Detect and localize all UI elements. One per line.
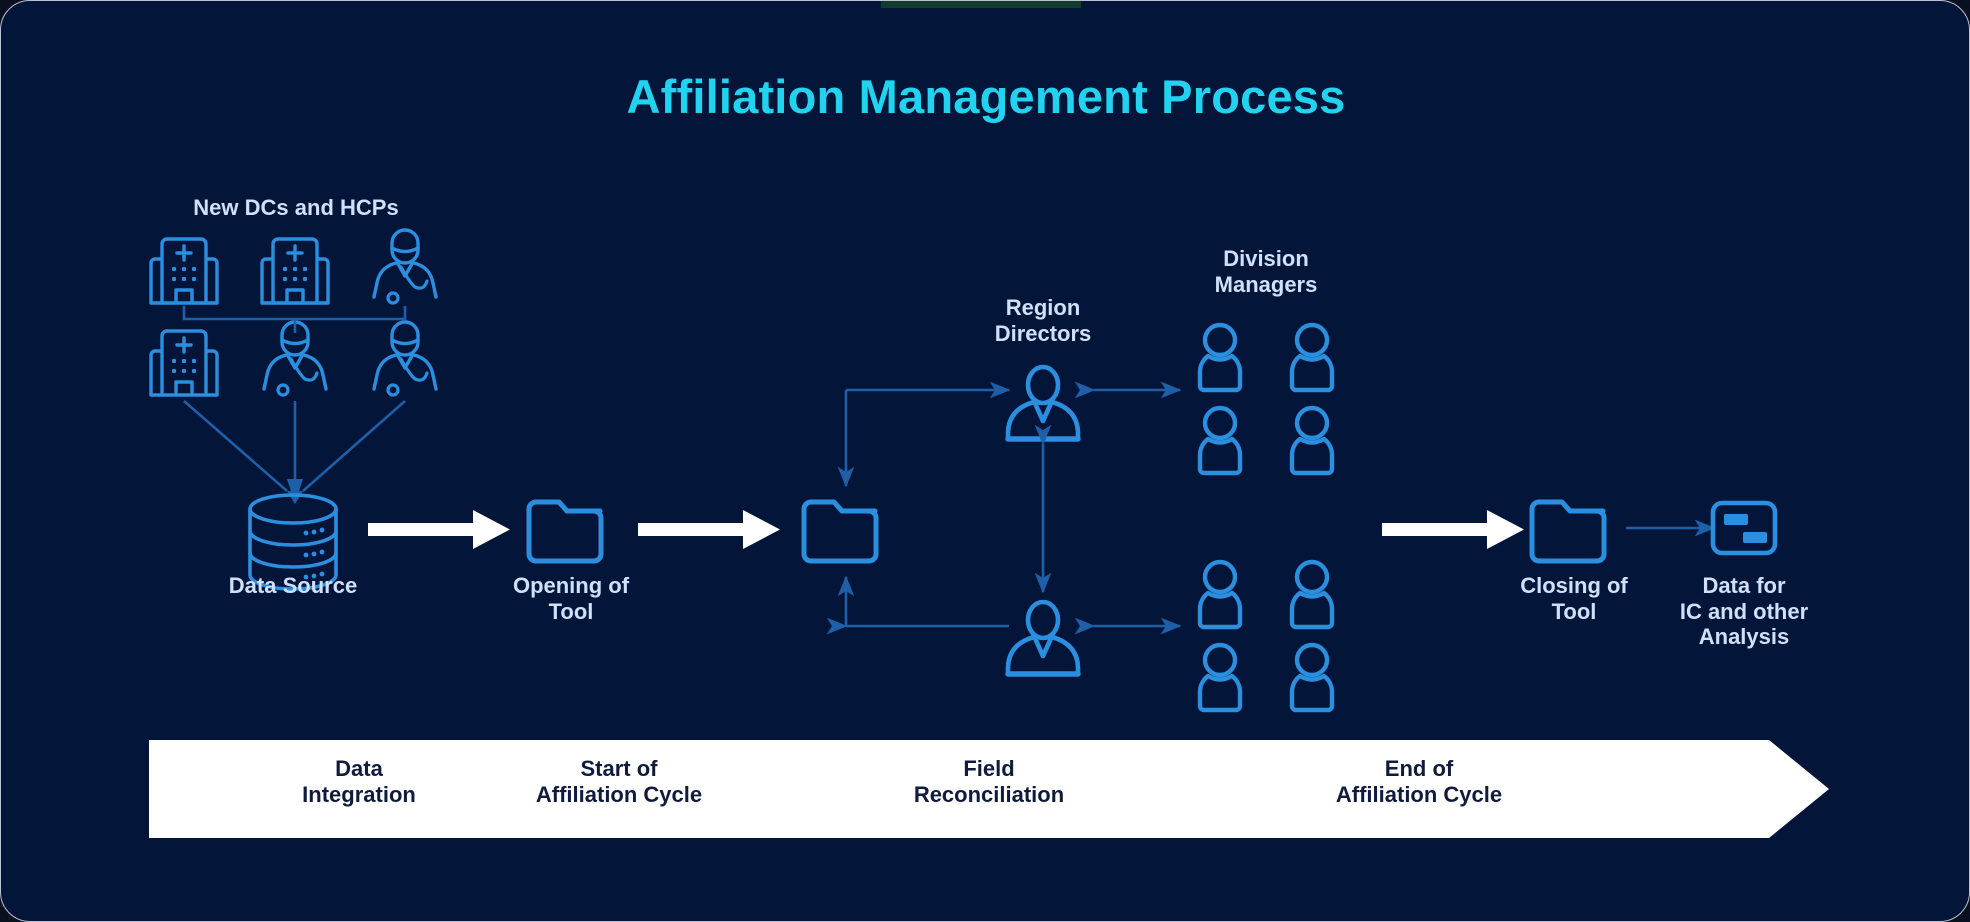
division-managers-label: Division Managers <box>1214 246 1318 297</box>
opening-tool-label: Opening of Tool <box>512 573 630 624</box>
doctor-icon <box>372 320 438 397</box>
hospital-icon <box>260 237 330 305</box>
process-arrow-3 <box>1382 510 1524 549</box>
timeline-step-start-cycle: Start of Affiliation Cycle <box>535 756 703 808</box>
region-director-icon <box>1008 602 1078 674</box>
doctor-icon <box>372 228 438 305</box>
source-icons-group <box>149 228 438 397</box>
hospital-icon <box>149 237 219 305</box>
data-source-label: Data Source <box>228 573 358 598</box>
timeline-step-field-reconciliation: Field Reconciliation <box>913 756 1065 808</box>
user-avatar-icon <box>1200 645 1240 710</box>
user-avatar-icon <box>1292 325 1332 390</box>
opening-tool-folder-icon <box>529 502 601 561</box>
source-to-database-connector <box>183 400 406 504</box>
report-icon <box>1713 503 1775 553</box>
reconciliation-connectors <box>826 381 1182 635</box>
user-avatar-icon <box>1292 645 1332 710</box>
user-avatar-icon <box>1292 562 1332 627</box>
region-directors-label: Region Directors <box>994 295 1092 346</box>
user-avatar-icon <box>1200 562 1240 627</box>
user-avatar-icon <box>1200 325 1240 390</box>
ic-analysis-label: Data for IC and other Analysis <box>1679 573 1809 650</box>
user-avatar-icon <box>1200 408 1240 473</box>
source-bracket-connector <box>182 306 407 333</box>
timeline-banner-arrow-point <box>1769 740 1829 838</box>
timeline-banner: Data Integration Start of Affiliation Cy… <box>149 740 1829 838</box>
closing-tool-folder-icon <box>1532 502 1604 561</box>
process-arrow-1 <box>368 510 510 549</box>
process-arrow-2 <box>638 510 780 549</box>
user-avatar-icon <box>1292 408 1332 473</box>
region-director-icon <box>1008 367 1078 439</box>
timeline-step-end-cycle: End of Affiliation Cycle <box>1335 756 1503 808</box>
sources-label: New DCs and HCPs <box>193 195 399 220</box>
hospital-icon <box>149 329 219 397</box>
diagram-canvas: Affiliation Management Process New DCs a… <box>0 0 1970 922</box>
reconciliation-folder-icon <box>804 502 876 561</box>
